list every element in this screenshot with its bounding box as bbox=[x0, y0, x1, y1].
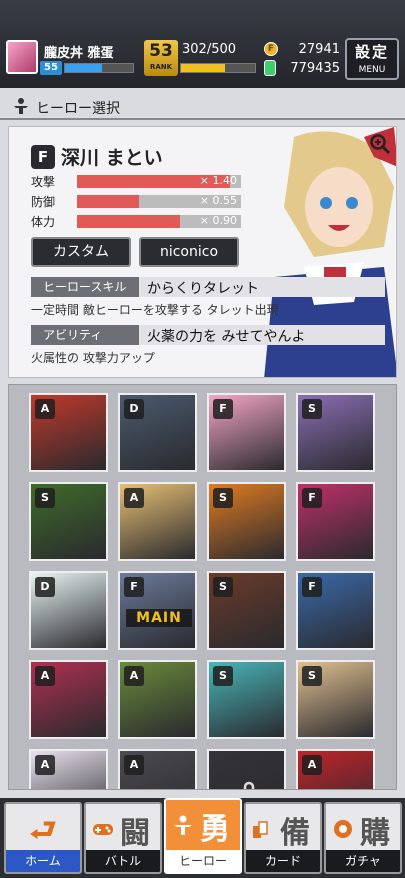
hero-class-badge-icon: F bbox=[213, 399, 233, 419]
custom-button[interactable]: カスタム bbox=[31, 237, 131, 267]
player-name: 朧皮丼 雅蛋 bbox=[44, 46, 114, 61]
hero-grid-cell[interactable]: S bbox=[207, 482, 286, 561]
hero-class-badge-icon: D bbox=[124, 399, 144, 419]
hero-grid-cell[interactable]: A bbox=[118, 482, 197, 561]
card-kanji: 備 bbox=[280, 816, 310, 851]
hero-skill-desc: 一定時間 敵ヒーローを攻撃する タレット出現 bbox=[31, 303, 279, 317]
battle-kanji: 闘 bbox=[120, 816, 150, 851]
bottom-nav: ⮐ ホーム 闘 バトル 勇 ヒーロー 備 カード 購 ガチャ bbox=[0, 798, 405, 878]
hero-class-badge-icon: A bbox=[35, 666, 55, 686]
stat-defense: 防御 × 0.55 bbox=[31, 193, 243, 209]
stat-hp-value: × 0.90 bbox=[199, 214, 237, 227]
hero-grid-cell[interactable]: F MAIN bbox=[118, 571, 197, 650]
hero-class-badge-icon: S bbox=[302, 399, 322, 419]
ability-desc: 火属性の 攻撃力アップ bbox=[31, 351, 155, 365]
hero-kanji: 勇 bbox=[200, 812, 230, 847]
gem-count: 779435 bbox=[290, 61, 340, 76]
nav-card-label: カード bbox=[246, 850, 320, 872]
hero-class-badge-icon: A bbox=[124, 755, 144, 775]
hero-grid-cell[interactable]: A bbox=[29, 660, 108, 739]
hero-grid-cell[interactable]: A bbox=[29, 393, 108, 472]
niconico-button[interactable]: niconico bbox=[139, 237, 239, 267]
hero-class-badge-icon: S bbox=[213, 488, 233, 508]
hero-class-badge-icon: A bbox=[302, 755, 322, 775]
nav-battle-label: バトル bbox=[86, 850, 160, 872]
section-title: ヒーロー選択 bbox=[36, 101, 120, 117]
zoom-icon[interactable] bbox=[369, 133, 391, 155]
nav-gacha-label: ガチャ bbox=[326, 850, 400, 872]
hero-grid-cell[interactable]: F bbox=[207, 393, 286, 472]
stat-hp-label: 体力 bbox=[31, 215, 56, 229]
hero-grid-cell[interactable]: A bbox=[296, 749, 375, 789]
stamina-text: 302/500 bbox=[182, 42, 237, 57]
top-status-bar: 朧皮丼 雅蛋 55 53 RANK 302/500 F 27941 779435… bbox=[0, 0, 405, 88]
level-progress-bar bbox=[64, 63, 134, 73]
hero-class-badge-icon: A bbox=[35, 399, 55, 419]
hero-class-icon: F bbox=[31, 145, 55, 169]
stat-attack-label: 攻撃 bbox=[31, 175, 56, 189]
ability-tag: アビリティ bbox=[31, 325, 139, 345]
gacha-kanji: 購 bbox=[360, 816, 390, 851]
menu-button-sublabel: MENU bbox=[358, 65, 386, 75]
hero-class-badge-icon: F bbox=[302, 577, 322, 597]
menu-button-label: 設定 bbox=[354, 43, 389, 61]
hero-class-badge-icon: F bbox=[124, 577, 144, 597]
nav-card[interactable]: 備 カード bbox=[244, 802, 322, 874]
hero-grid-cell[interactable]: S bbox=[29, 482, 108, 561]
hero-skill-name: からくりタレット bbox=[147, 281, 259, 297]
player-avatar[interactable] bbox=[6, 40, 38, 74]
hero-class-badge-icon: A bbox=[124, 666, 144, 686]
hero-person-icon bbox=[14, 98, 28, 114]
hero-grid-cell[interactable]: F bbox=[296, 482, 375, 561]
hero-class-badge-icon: A bbox=[124, 488, 144, 508]
level-badge: 55 bbox=[40, 61, 62, 75]
stat-attack: 攻撃 × 1.40 bbox=[31, 173, 243, 189]
rank-badge: 53 RANK bbox=[144, 40, 178, 76]
stat-hp: 体力 × 0.90 bbox=[31, 213, 243, 229]
hero-grid-cell[interactable]: S bbox=[296, 660, 375, 739]
hero-skill-tag: ヒーロースキル bbox=[31, 277, 139, 297]
rank-label: RANK bbox=[149, 63, 173, 71]
stat-defense-value: × 0.55 bbox=[199, 194, 237, 207]
nav-gacha[interactable]: 購 ガチャ bbox=[324, 802, 402, 874]
hero-name: 深川 まとい bbox=[61, 147, 163, 169]
stat-defense-label: 防御 bbox=[31, 195, 56, 209]
hero-grid-cell[interactable]: D bbox=[29, 571, 108, 650]
stat-attack-value: × 1.40 bbox=[199, 174, 237, 187]
hero-detail-card: F 深川 まとい 攻撃 × 1.40 防御 × 0.55 体力 × 0.90 カ… bbox=[8, 126, 397, 378]
hero-grid-cell[interactable]: S bbox=[207, 571, 286, 650]
ability-name: 火薬の力を みせてやんよ bbox=[147, 329, 306, 345]
hero-grid-cell[interactable]: A bbox=[118, 749, 197, 789]
lock-icon bbox=[243, 781, 255, 789]
nav-home[interactable]: ⮐ ホーム bbox=[4, 802, 82, 874]
nav-hero[interactable]: 勇 ヒーロー bbox=[164, 798, 242, 874]
hero-class-badge-icon: S bbox=[302, 666, 322, 686]
coin-count: 27941 bbox=[298, 42, 340, 57]
nav-hero-label: ヒーロー bbox=[166, 850, 240, 872]
hero-class-badge-icon: F bbox=[302, 488, 322, 508]
hero-grid-cell[interactable]: A bbox=[118, 660, 197, 739]
gem-icon bbox=[264, 60, 276, 76]
nav-battle[interactable]: 闘 バトル bbox=[84, 802, 162, 874]
stamina-bar bbox=[180, 63, 256, 73]
section-header: ヒーロー選択 bbox=[0, 92, 405, 120]
hero-grid-cell[interactable]: F bbox=[296, 571, 375, 650]
hero-grid-cell[interactable]: A bbox=[29, 749, 108, 789]
hero-grid-cell[interactable] bbox=[207, 749, 286, 789]
rank-number: 53 bbox=[149, 41, 173, 61]
hero-grid-cell[interactable]: S bbox=[296, 393, 375, 472]
coin-icon: F bbox=[264, 42, 278, 56]
menu-button[interactable]: 設定 MENU bbox=[345, 38, 399, 80]
hero-grid-cell[interactable]: S bbox=[207, 660, 286, 739]
hero-class-badge-icon: A bbox=[35, 755, 55, 775]
hero-class-badge-icon: S bbox=[35, 488, 55, 508]
main-hero-badge: MAIN bbox=[126, 609, 192, 627]
hero-class-badge-icon: S bbox=[213, 666, 233, 686]
hero-class-badge-icon: S bbox=[213, 577, 233, 597]
hero-grid-cell[interactable]: D bbox=[118, 393, 197, 472]
nav-home-label: ホーム bbox=[6, 850, 80, 872]
hero-grid: A D F S S A S F D F MAIN S F A A S S A A A bbox=[8, 384, 397, 790]
hero-class-badge-icon: D bbox=[35, 577, 55, 597]
